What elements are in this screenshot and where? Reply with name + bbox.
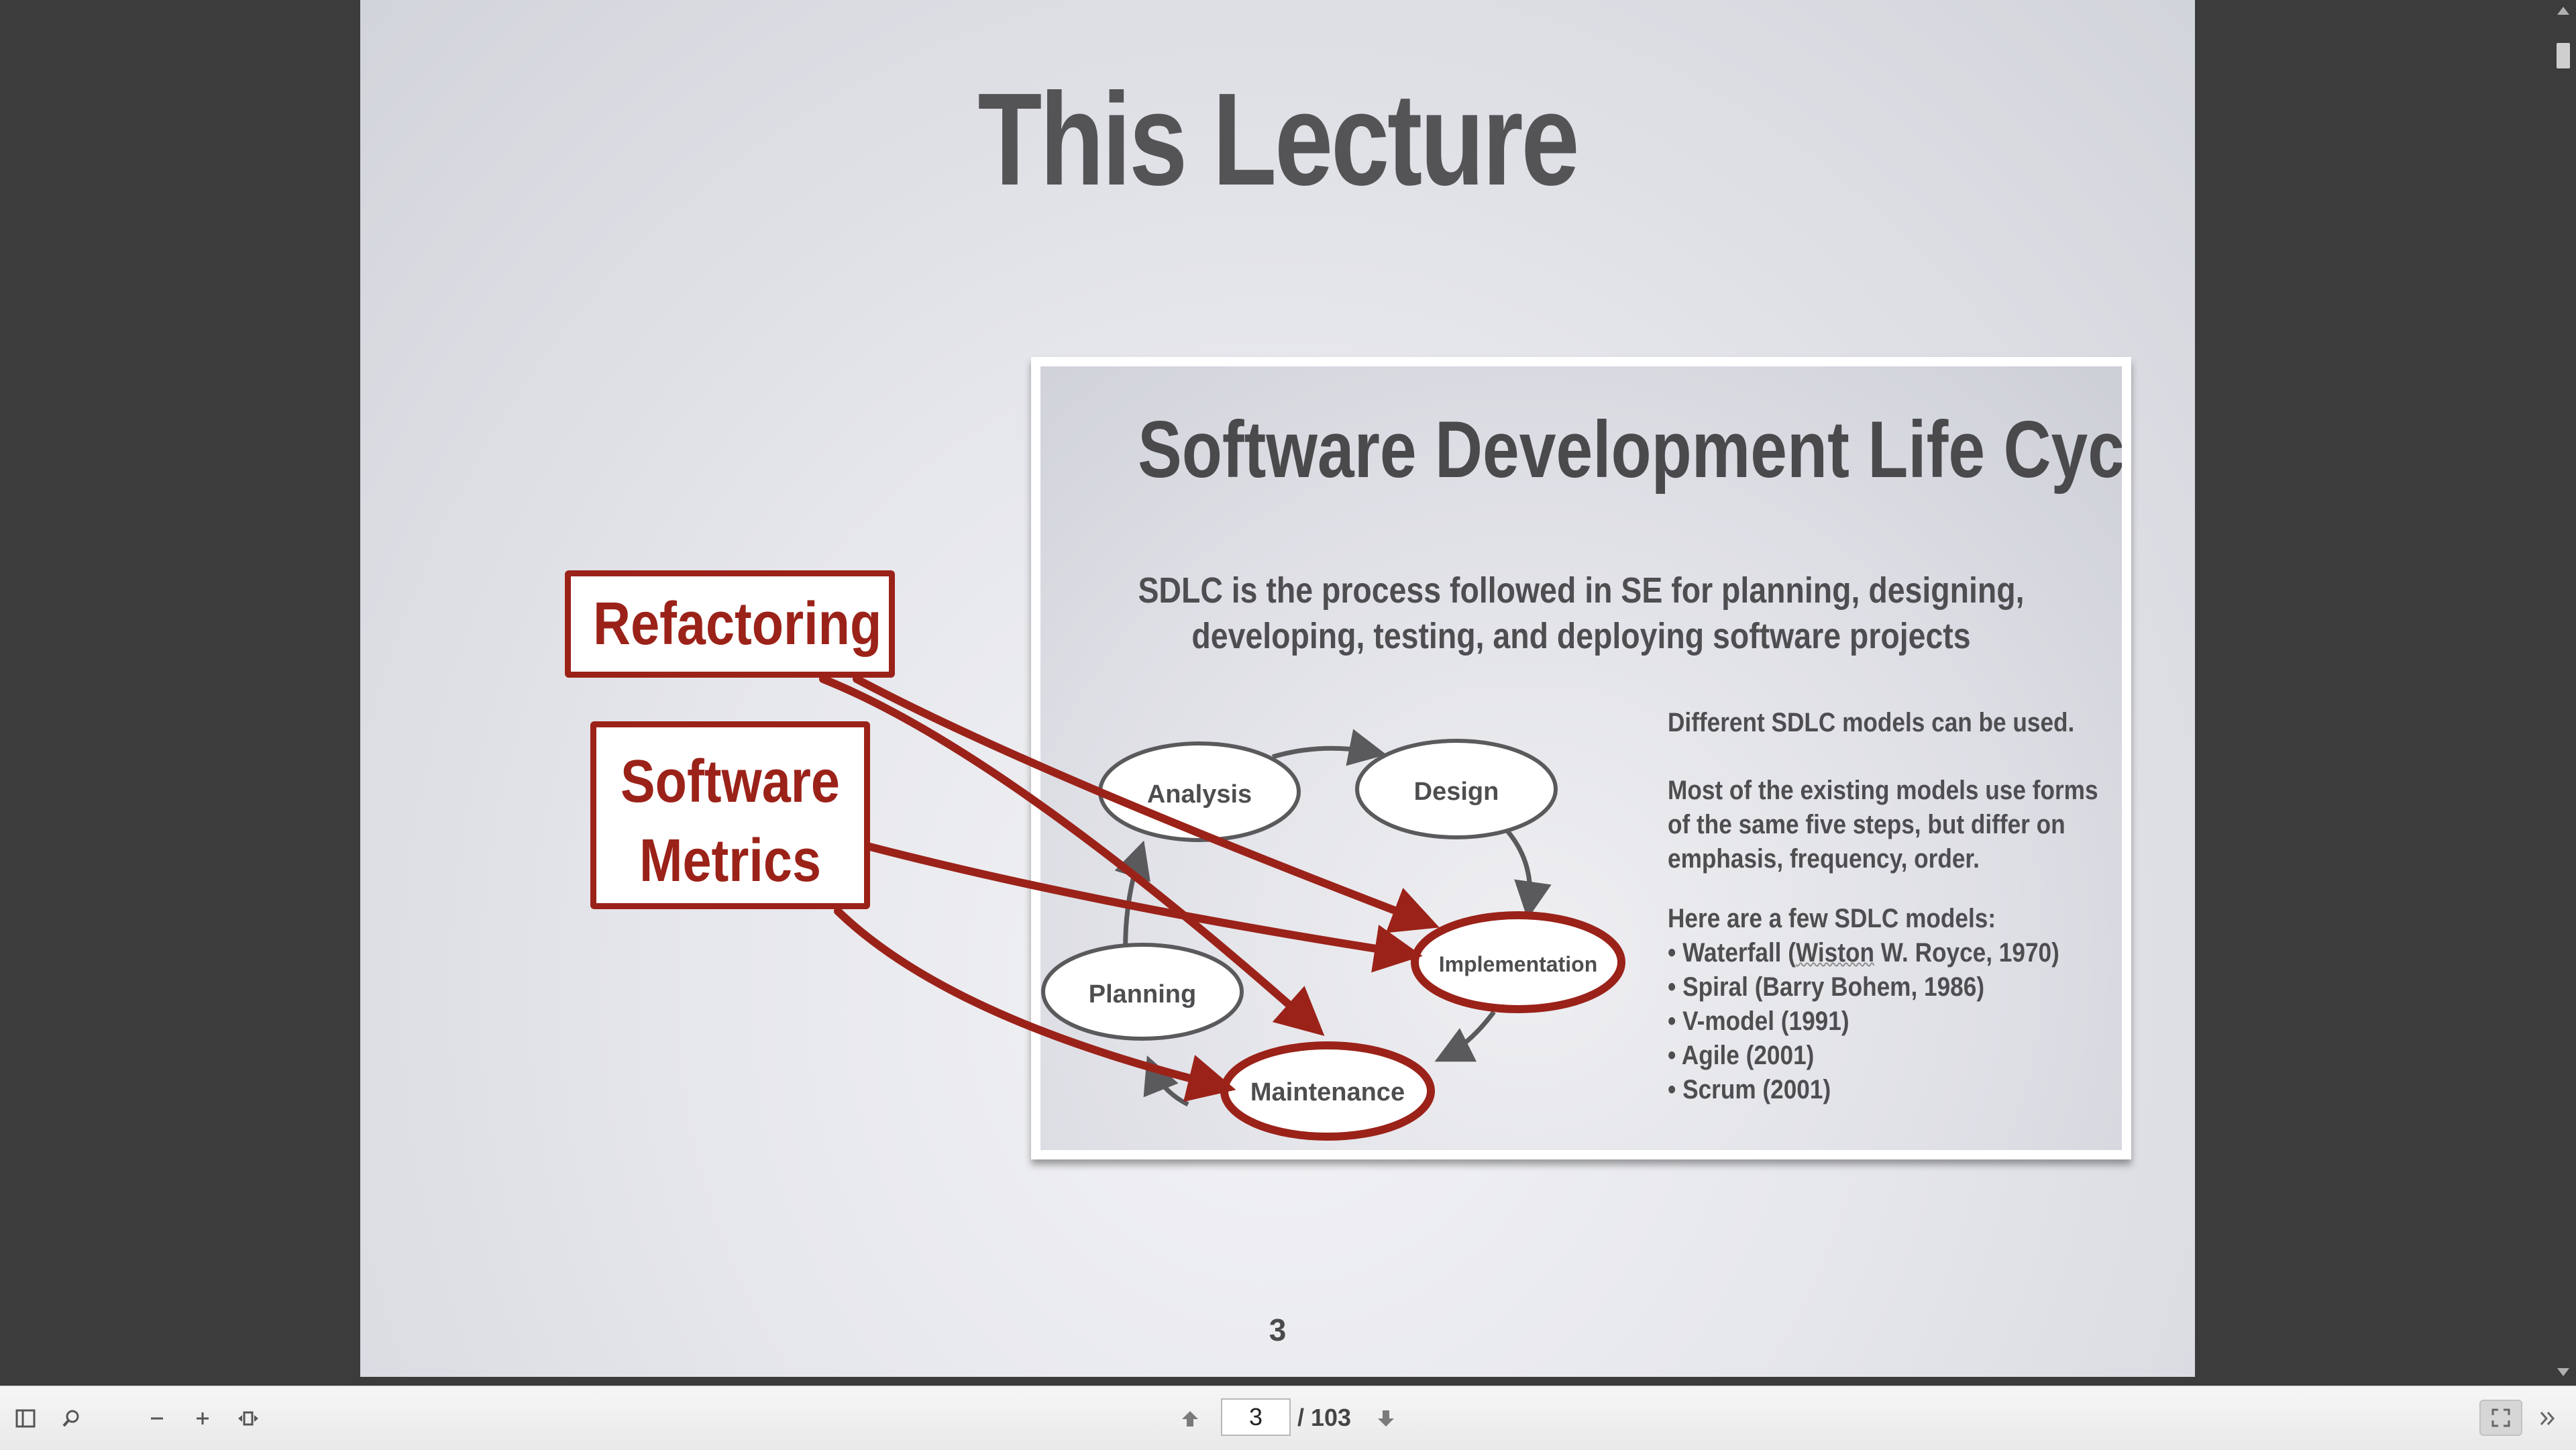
note-text: of the same five steps, but differ on: [1668, 810, 2065, 839]
search-button[interactable]: [52, 1400, 90, 1437]
fullscreen-button[interactable]: [2479, 1400, 2522, 1436]
maintenance-label: Maintenance: [1250, 1078, 1405, 1106]
note-text: Different SDLC models can be used.: [1668, 708, 2075, 737]
next-page-button[interactable]: [1367, 1400, 1405, 1437]
analysis-node: Analysis: [1098, 741, 1301, 842]
implementation-node: Implementation: [1411, 911, 1625, 1013]
refactoring-callout: Refactoring: [565, 570, 895, 678]
model-item: • Scrum (2001): [1668, 1075, 1831, 1104]
plus-icon: [197, 1412, 209, 1425]
viewer-toolbar: / 103: [0, 1386, 2576, 1450]
search-icon: [62, 1410, 79, 1427]
double-chevron-icon: [2540, 1412, 2555, 1425]
design-node: Design: [1355, 739, 1558, 839]
arrow-up-icon: [1182, 1411, 1198, 1427]
previous-page-button[interactable]: [1171, 1400, 1209, 1437]
design-to-implementation-arrow: [1504, 827, 1552, 919]
planning-label: Planning: [1089, 980, 1196, 1008]
analysis-label: Analysis: [1147, 780, 1252, 809]
embedded-slide-image: Software Development Life Cycle SDLC is …: [1031, 357, 2131, 1159]
page-total: / 103: [1297, 1404, 1352, 1431]
arrow-down-icon: [1378, 1410, 1394, 1427]
sidebar-icon: [15, 1409, 36, 1428]
model-item: • Agile (2001): [1668, 1041, 1815, 1070]
zoom-out-button[interactable]: [138, 1400, 176, 1437]
models-heading: Here are a few SDLC models:: [1668, 904, 1996, 933]
slide-page-number: 3: [1269, 1312, 1287, 1347]
sidebar-toggle-button[interactable]: [7, 1400, 44, 1437]
embedded-slide: Software Development Life Cycle SDLC is …: [1040, 366, 2122, 1150]
sdlc-notes: Different SDLC models can be used. Most …: [1668, 706, 2098, 1107]
note-text: Most of the existing models use forms: [1668, 776, 2098, 805]
vertical-scrollbar[interactable]: [2551, 0, 2576, 1386]
model-item: • V-model (1991): [1668, 1006, 1849, 1036]
more-tools-button[interactable]: [2529, 1400, 2567, 1437]
model-item: • Spiral (Barry Bohem, 1986): [1668, 972, 1985, 1002]
maintenance-node: Maintenance: [1220, 1041, 1435, 1141]
scroll-thumb[interactable]: [2557, 43, 2570, 68]
implementation-label: Implementation: [1439, 952, 1597, 976]
scroll-down-icon[interactable]: [2557, 1368, 2569, 1376]
implementation-to-maintenance-arrow: [1434, 1010, 1496, 1062]
planning-node: Planning: [1041, 943, 1244, 1041]
metrics-label-line: Metrics: [639, 827, 822, 894]
design-label: Design: [1414, 778, 1499, 806]
page-number-input[interactable]: [1221, 1398, 1291, 1436]
minus-icon: [151, 1417, 163, 1420]
document-viewer[interactable]: This Lecture Software Development Life C…: [0, 0, 2576, 1386]
note-text: emphasis, frequency, order.: [1668, 844, 1980, 874]
analysis-to-design-arrow: [1272, 729, 1387, 766]
model-item: • Waterfall (Wiston W. Royce, 1970): [1668, 938, 2059, 968]
metrics-label-line: Software: [621, 748, 840, 815]
refactoring-label: Refactoring: [593, 590, 882, 658]
fullscreen-icon: [2491, 1408, 2510, 1427]
fit-page-button[interactable]: [229, 1400, 267, 1437]
zoom-in-button[interactable]: [184, 1400, 221, 1437]
scroll-up-icon[interactable]: [2557, 7, 2569, 15]
slide-page: This Lecture Software Development Life C…: [360, 0, 2195, 1377]
fit-page-icon: [238, 1411, 258, 1426]
maintenance-to-planning-arrow: [1143, 1055, 1189, 1107]
software-metrics-callout: Software Metrics: [590, 721, 870, 909]
slide-title: This Lecture: [977, 66, 1580, 213]
